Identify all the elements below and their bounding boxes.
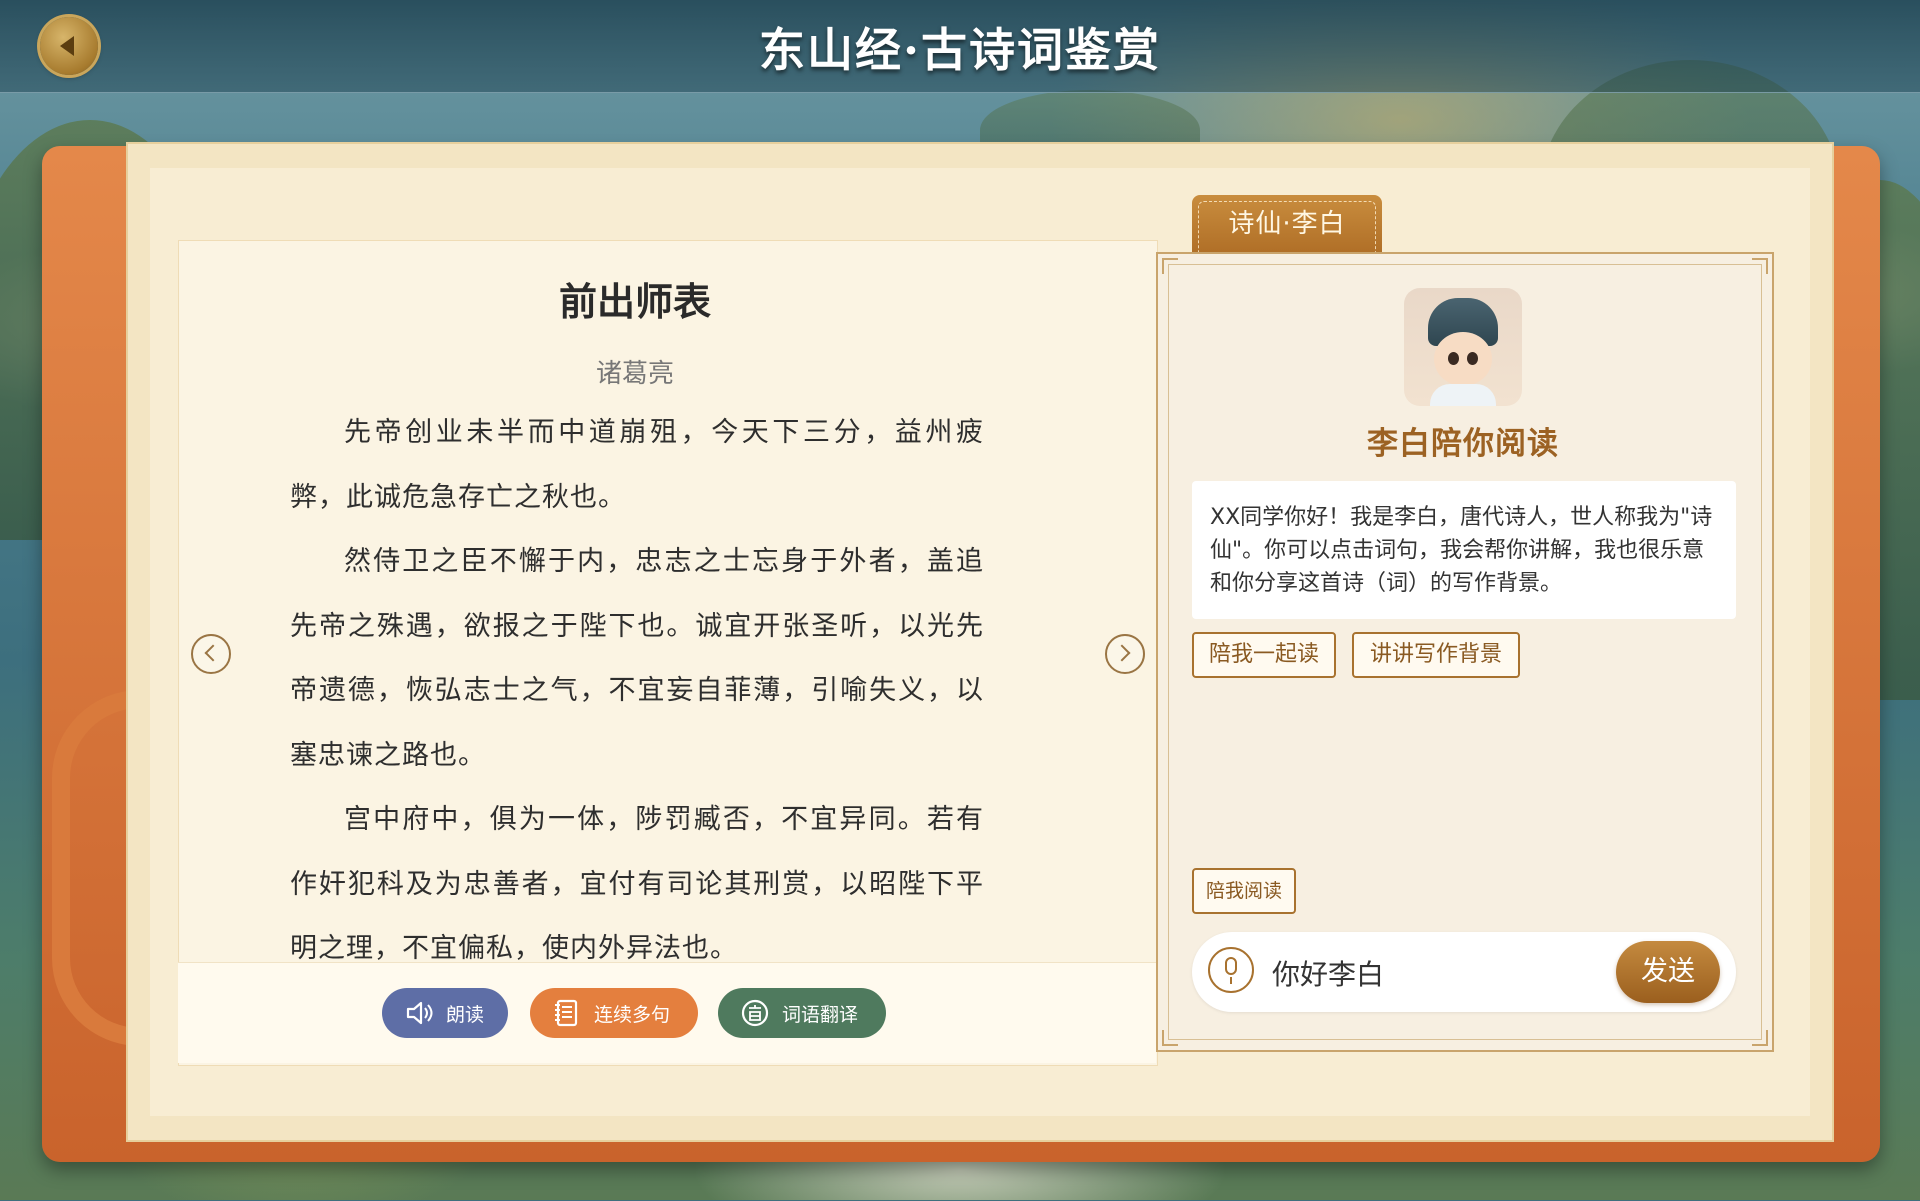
microphone-icon[interactable]: [1208, 947, 1254, 993]
suggestion-read-together-button[interactable]: 陪我一起读: [1192, 632, 1336, 678]
poem-paragraph[interactable]: 然侍卫之臣不懈于内，忠志之士忘身于外者，盖追先帝之殊遇，欲报之于陛下也。诚宜开张…: [290, 530, 984, 788]
poem-title: 前出师表: [558, 280, 711, 324]
companion-title: 李白陪你阅读: [1367, 426, 1559, 462]
avatar-eye: [1467, 352, 1478, 365]
quick-read-button[interactable]: 陪我阅读: [1192, 868, 1296, 914]
read-aloud-label: 朗读: [446, 1003, 485, 1026]
multi-sentence-button[interactable]: 连续多句: [530, 988, 698, 1038]
avatar-face: [1434, 332, 1492, 386]
read-aloud-button[interactable]: 朗读: [382, 988, 508, 1038]
top-bar: 东山经·古诗词鉴赏: [0, 0, 1920, 93]
send-button[interactable]: 发送: [1616, 941, 1720, 1003]
translate-label: 词语翻译: [782, 1003, 859, 1026]
translate-icon: [740, 998, 770, 1028]
next-page-button[interactable]: [1105, 634, 1145, 674]
multi-sentence-label: 连续多句: [594, 1003, 671, 1026]
avatar-eye: [1448, 352, 1459, 365]
frame-corner: [1752, 258, 1768, 274]
poem-author: 诸葛亮: [595, 359, 674, 389]
frame-corner: [1752, 1030, 1768, 1046]
app-title: 东山经·古诗词鉴赏: [758, 23, 1161, 77]
tab-decoration: [1198, 201, 1376, 253]
prev-page-button[interactable]: [191, 634, 231, 674]
avatar-body: [1430, 384, 1496, 406]
chat-input[interactable]: [1270, 950, 1614, 996]
poem-paragraph[interactable]: 宫中府中，俱为一体，陟罚臧否，不宜异同。若有作奸犯科及为忠善者，宜付有司论其刑赏…: [290, 788, 984, 982]
suggestion-background-button[interactable]: 讲讲写作背景: [1352, 632, 1520, 678]
reading-toolbar: 朗读 连续多句 词语翻译: [178, 962, 1156, 1063]
reading-panel: 前出师表 诸葛亮 先帝创业未半而中道崩殂，今天下三分，益州疲弊，此诚危急存亡之秋…: [178, 240, 1158, 1066]
frame-corner: [1162, 258, 1178, 274]
companion-tab[interactable]: 诗仙·李白: [1192, 195, 1382, 253]
translate-button[interactable]: 词语翻译: [718, 988, 886, 1038]
poem-paragraph[interactable]: 先帝创业未半而中道崩殂，今天下三分，益州疲弊，此诚危急存亡之秋也。: [290, 401, 984, 530]
frame-corner: [1162, 1030, 1178, 1046]
poem-text: 先帝创业未半而中道崩殂，今天下三分，益州疲弊，此诚危急存亡之秋也。 然侍卫之臣不…: [290, 401, 984, 1201]
avatar: [1404, 288, 1522, 406]
speaker-icon: [404, 998, 434, 1028]
chat-input-bar: 发送: [1192, 932, 1736, 1012]
list-icon: [552, 998, 582, 1028]
chat-message: XX同学你好！我是李白，唐代诗人，世人称我为"诗仙"。你可以点击词句，我会帮你讲…: [1192, 481, 1736, 619]
